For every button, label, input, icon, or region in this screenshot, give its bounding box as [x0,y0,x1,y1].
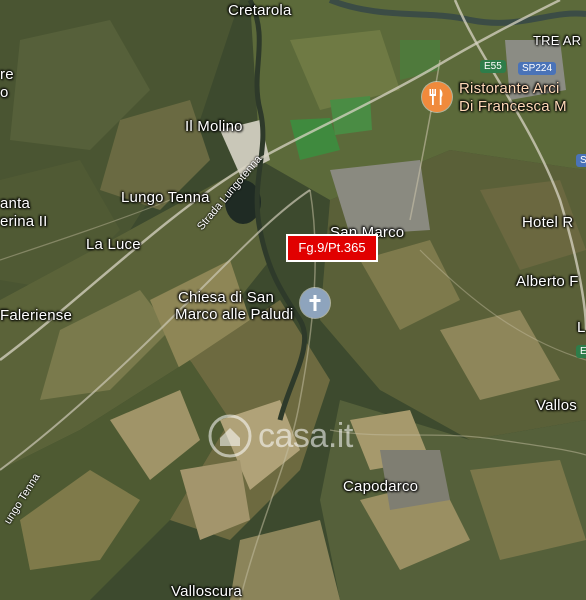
house-logo-icon [208,414,252,458]
fork-knife-icon [429,89,443,105]
parcel-marker[interactable]: Fg.9/Pt.365 [286,234,378,262]
church-pin[interactable] [300,288,330,318]
restaurant-label-line2: Di Francesca M [459,98,567,115]
road-shield-e55: E55 [480,60,506,73]
road-shield-s-right: S [576,154,586,167]
cross-icon [309,295,321,311]
place-label-right-l: L [577,319,586,336]
place-label-santa-caterina-2: erina II [0,213,48,230]
road-shield-e-right: E [576,345,586,358]
place-label-tre-archi: TRE AR [533,33,582,48]
watermark-brand-text: casa.it [258,416,353,455]
church-label-line2: Marco alle Paludi [175,306,294,323]
casa-watermark: casa.it [208,414,353,458]
place-label-la-luce: La Luce [86,236,141,253]
place-label-hotel: Hotel R [522,214,574,231]
place-label-faleriense: Faleriense [0,307,73,324]
place-label-alberto: Alberto F [516,273,579,290]
place-label-il-molino: Il Molino [185,118,243,135]
road-shield-sp224: SP224 [518,62,557,75]
place-label-vallos: Vallos [536,397,577,414]
place-label-valloscura: Valloscura [171,583,242,600]
place-label-cretarola: Cretarola [228,2,292,19]
place-label-left-1: re [0,66,14,83]
satellite-map[interactable]: Cretarola TRE AR re o Il Molino Lungo Te… [0,0,586,600]
place-label-left-2: o [0,84,9,101]
church-label-line1: Chiesa di San [178,289,274,306]
place-label-capodarco: Capodarco [343,478,419,495]
place-label-santa-caterina-1: anta [0,195,30,212]
restaurant-pin[interactable] [422,82,452,112]
place-label-lungo-tenna: Lungo Tenna [121,189,210,206]
restaurant-label-line1: Ristorante Arci [459,80,560,97]
